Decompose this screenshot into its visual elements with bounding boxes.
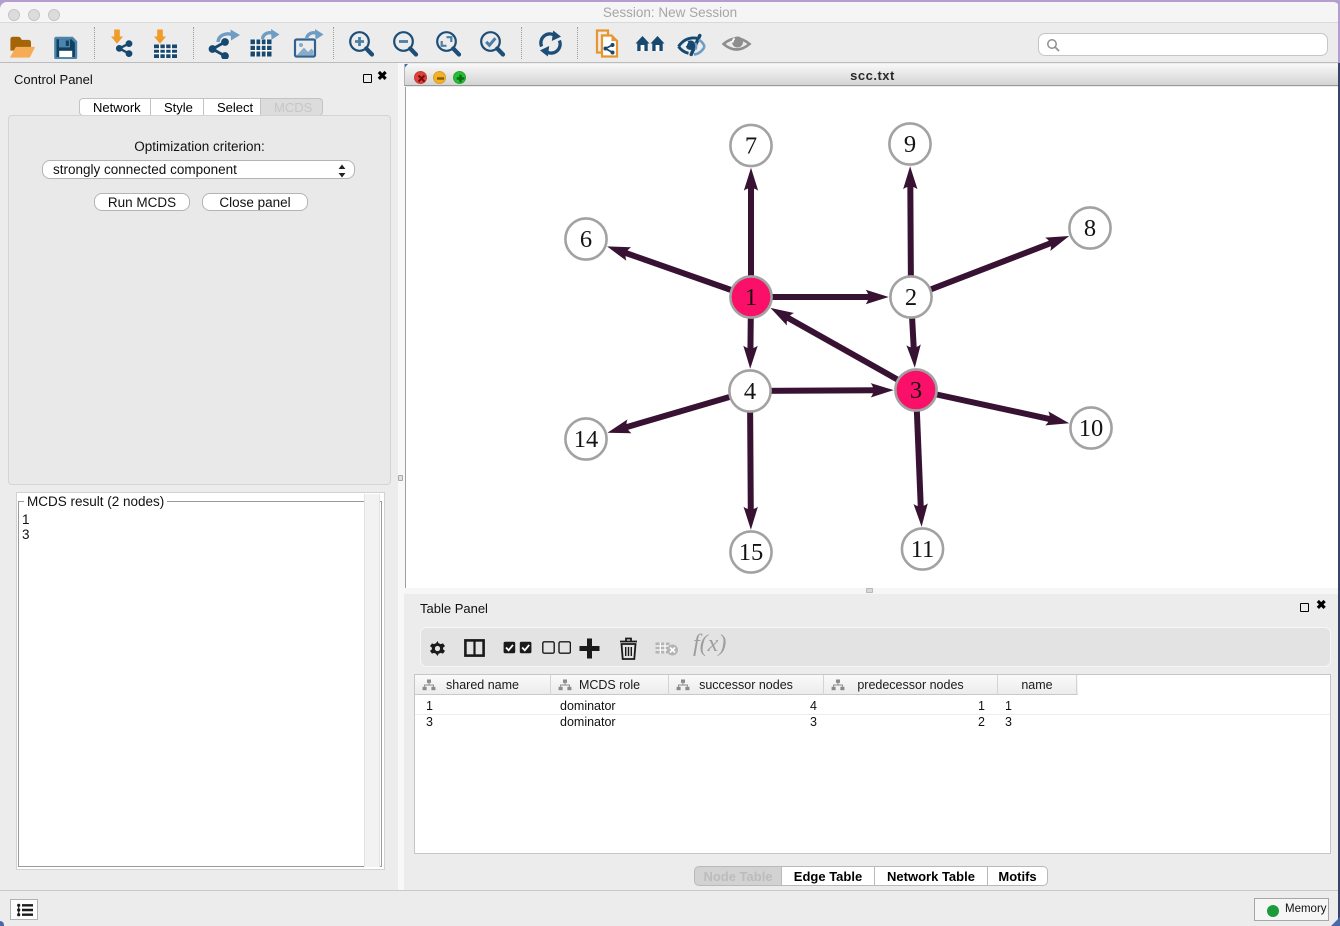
svg-text:7: 7 xyxy=(745,133,757,160)
svg-text:4: 4 xyxy=(744,378,756,405)
svg-text:10: 10 xyxy=(1079,415,1104,442)
svg-text:8: 8 xyxy=(1084,215,1096,242)
svg-text:15: 15 xyxy=(739,539,764,566)
svg-text:11: 11 xyxy=(911,536,935,563)
svg-text:9: 9 xyxy=(904,131,916,158)
svg-text:14: 14 xyxy=(574,426,599,453)
svg-text:1: 1 xyxy=(745,284,757,311)
svg-text:2: 2 xyxy=(905,284,917,311)
svg-text:6: 6 xyxy=(580,226,592,253)
svg-text:3: 3 xyxy=(910,377,922,404)
